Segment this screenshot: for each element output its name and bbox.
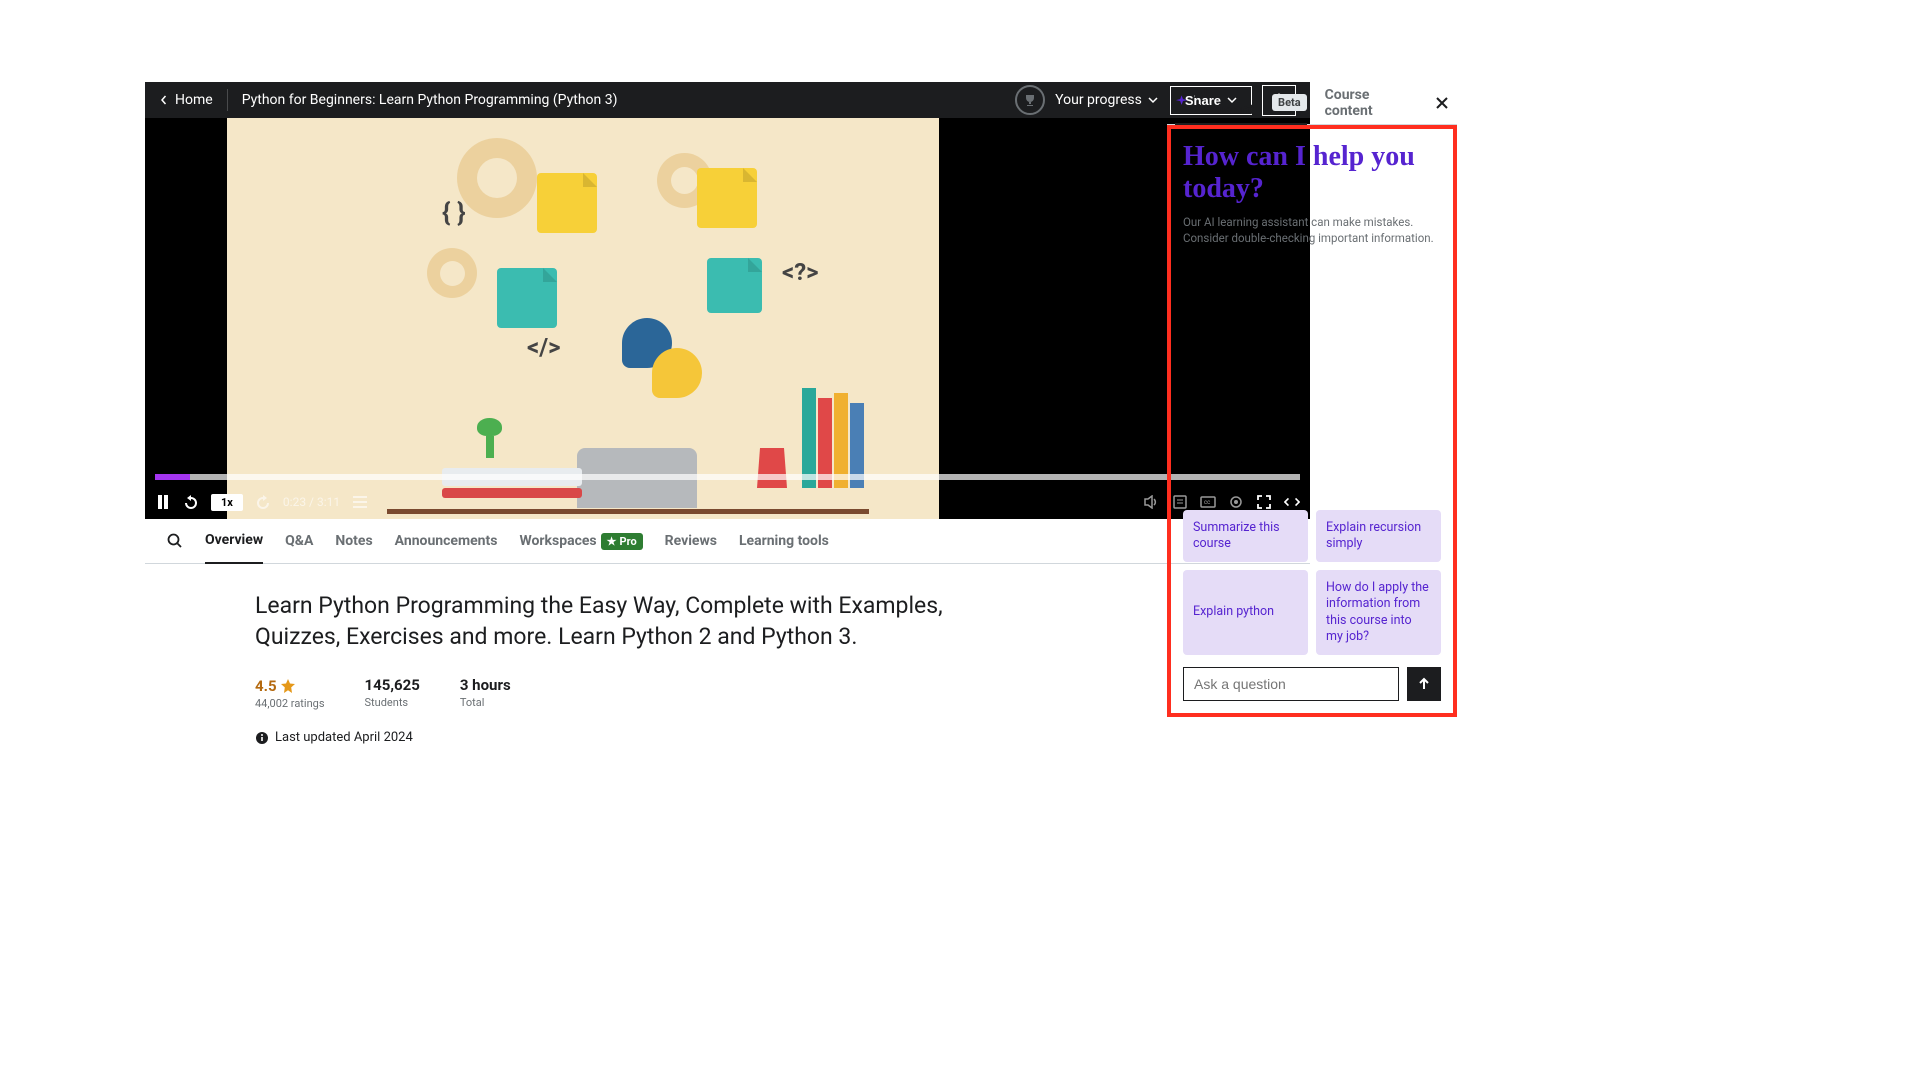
- suggestion-apply-job[interactable]: How do I apply the information from this…: [1316, 570, 1441, 655]
- home-label: Home: [175, 92, 213, 108]
- progress-label: Your progress: [1055, 92, 1142, 108]
- chevron-down-icon: [1148, 95, 1158, 105]
- close-sidebar-button[interactable]: [1435, 96, 1449, 110]
- rewind-icon[interactable]: [183, 494, 199, 510]
- hours-label: Total: [460, 696, 511, 709]
- arrow-up-icon: [1417, 677, 1431, 691]
- suggestion-python[interactable]: Explain python: [1183, 570, 1308, 655]
- suggestion-recursion[interactable]: Explain recursion simply: [1316, 510, 1441, 563]
- last-updated-text: Last updated April 2024: [275, 730, 413, 745]
- students-label: Students: [365, 696, 420, 709]
- tab-notes[interactable]: Notes: [335, 519, 372, 564]
- stat-rating: 4.5 44,002 ratings: [255, 676, 325, 710]
- content-tab-label: Course content: [1325, 87, 1417, 119]
- course-stats: 4.5 44,002 ratings 145,625 Students 3 ho…: [255, 676, 970, 710]
- workspaces-label: Workspaces: [519, 533, 596, 549]
- tab-qa[interactable]: Q&A: [285, 519, 313, 564]
- tab-reviews[interactable]: Reviews: [665, 519, 717, 564]
- pro-badge: ★ Pro: [601, 533, 643, 550]
- info-icon: [255, 731, 269, 745]
- suggestion-summarize[interactable]: Summarize this course: [1183, 510, 1308, 563]
- tab-learning-tools[interactable]: Learning tools: [739, 519, 829, 564]
- course-description: Learn Python Programming the Easy Way, C…: [255, 590, 970, 652]
- sidebar-tabs: AI Assistant Beta Course content: [1167, 82, 1457, 125]
- tab-overview[interactable]: Overview: [205, 519, 263, 564]
- chevron-left-icon: [159, 95, 169, 105]
- close-icon: [1435, 96, 1449, 110]
- students-value: 145,625: [365, 676, 420, 694]
- trophy-icon[interactable]: [1015, 85, 1045, 115]
- ask-question-input[interactable]: [1183, 667, 1399, 701]
- rating-count: 44,002 ratings: [255, 697, 325, 710]
- tab-ai-assistant[interactable]: AI Assistant Beta: [1175, 82, 1307, 125]
- video-controls: 1x 0:23 / 3:11 cc: [155, 490, 1300, 514]
- header-divider: [227, 89, 228, 111]
- forward-icon[interactable]: [255, 494, 271, 510]
- stat-students: 145,625 Students: [365, 676, 420, 710]
- playback-speed[interactable]: 1x: [211, 494, 243, 511]
- star-icon: [281, 679, 295, 693]
- tab-course-content[interactable]: Course content: [1325, 82, 1417, 125]
- search-icon[interactable]: [167, 533, 183, 549]
- right-sidebar: AI Assistant Beta Course content How can…: [1167, 82, 1457, 717]
- video-player[interactable]: { } </> <?>: [145, 118, 1310, 519]
- volume-icon[interactable]: [1144, 494, 1160, 510]
- your-progress-button[interactable]: Your progress: [1055, 92, 1158, 108]
- ai-disclaimer: Our AI learning assistant can make mista…: [1183, 215, 1441, 246]
- video-frame: { } </> <?>: [227, 118, 939, 519]
- tab-workspaces[interactable]: Workspaces ★ Pro: [519, 519, 642, 564]
- sparkle-icon: [1175, 95, 1188, 109]
- course-header: Home Python for Beginners: Learn Python …: [145, 82, 1310, 118]
- last-updated: Last updated April 2024: [255, 730, 970, 745]
- beta-badge: Beta: [1272, 94, 1307, 111]
- tab-announcements[interactable]: Announcements: [395, 519, 498, 564]
- video-time: 0:23 / 3:11: [283, 495, 340, 509]
- chapters-icon[interactable]: [352, 494, 368, 510]
- course-player-app: Home Python for Beginners: Learn Python …: [145, 82, 1310, 771]
- video-progress-track[interactable]: [155, 474, 1300, 480]
- course-tabs: Overview Q&A Notes Announcements Workspa…: [145, 519, 1310, 564]
- rating-value: 4.5: [255, 677, 277, 695]
- home-link[interactable]: Home: [159, 92, 213, 108]
- ai-input-row: [1183, 667, 1441, 701]
- ai-assistant-panel: How can I help you today? Our AI learnin…: [1167, 125, 1457, 717]
- hours-value: 3 hours: [460, 676, 511, 694]
- video-progress-fill: [155, 474, 190, 480]
- send-button[interactable]: [1407, 667, 1441, 701]
- ai-suggestions: Summarize this course Explain recursion …: [1183, 510, 1441, 656]
- overview-section: Learn Python Programming the Easy Way, C…: [145, 564, 1010, 771]
- ai-tab-label: AI Assistant: [1194, 86, 1266, 118]
- stat-hours: 3 hours Total: [460, 676, 511, 710]
- course-title: Python for Beginners: Learn Python Progr…: [242, 92, 1015, 108]
- ai-title: How can I help you today?: [1183, 141, 1441, 205]
- pause-icon[interactable]: [155, 494, 171, 510]
